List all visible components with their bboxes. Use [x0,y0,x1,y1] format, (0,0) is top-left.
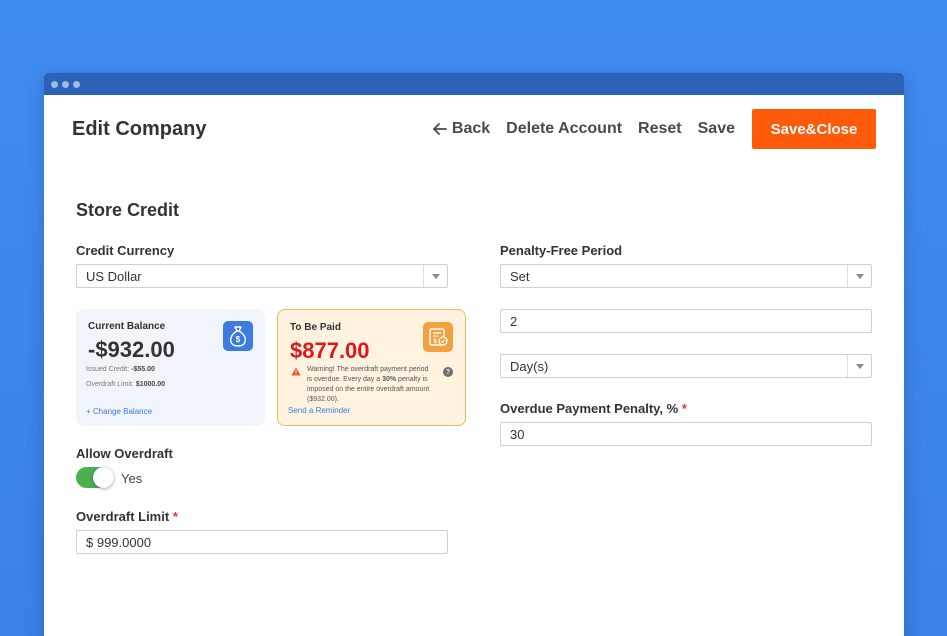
header-actions: Back Delete Account Reset Save Save&Clos… [433,109,876,149]
back-label: Back [451,120,491,137]
overdraft-limit-small-value: $1000.00 [135,381,166,388]
money-bag-icon: $ [223,321,253,351]
credit-currency-select[interactable]: US Dollar [76,264,448,288]
svg-text:$: $ [433,339,437,345]
arrow-left-icon [433,123,447,135]
current-balance-card: Current Balance -$932.00 $ Issued Credit… [76,309,265,426]
credit-currency-value: US Dollar [86,268,142,284]
chevron-down-icon [423,265,447,287]
allow-overdraft-value: Yes [121,471,143,486]
title-bar [44,73,904,95]
allow-overdraft-label: Allow Overdraft [76,446,173,461]
save-button[interactable]: Save [698,120,735,138]
svg-text:$: $ [236,335,241,344]
page-header: Edit Company Back Delete Account Reset S… [72,109,876,149]
invoice-check-icon: $ [423,322,453,352]
back-button[interactable]: Back [433,120,490,138]
penalty-free-period-value: Set [510,268,530,284]
penalty-free-period-label: Penalty-Free Period [500,243,623,258]
overdraft-limit-label: Overdraft Limit * [76,509,178,524]
overdue-penalty-input[interactable] [500,422,872,446]
app-window: Edit Company Back Delete Account Reset S… [44,73,904,636]
overdraft-limit-input[interactable] [76,530,448,554]
chevron-down-icon [847,265,871,287]
penalty-free-period-select[interactable]: Set [500,264,872,288]
required-marker: * [681,401,687,416]
toggle-knob [93,467,114,488]
warning-penalty-value: 30% [382,376,397,383]
issued-credit-label: Issued Credit: [86,366,130,373]
window-dot-icon [73,80,80,88]
overdraft-limit-small-label: Overdraft Limit: [86,381,134,388]
warning-triangle-icon [291,367,301,376]
overdraft-limit-row: Overdraft Limit: $1000.00 [86,381,165,388]
overdue-warning: Warning! The overdraft payment period is… [307,365,435,405]
section-title: Store Credit [76,200,180,220]
period-unit-select[interactable]: Day(s) [500,354,872,378]
to-be-paid-label: To Be Paid [290,322,341,333]
to-be-paid-card: To Be Paid $877.00 $ Warning! The overdr… [277,309,466,426]
window-dot-icon [62,80,69,88]
save-close-button[interactable]: Save&Close [752,109,876,149]
overdue-penalty-label: Overdue Payment Penalty, % * [500,401,687,416]
change-balance-link[interactable]: + Change Balance [86,407,152,416]
balance-card-label: Current Balance [88,321,166,332]
delete-account-button[interactable]: Delete Account [506,120,622,138]
page-title: Edit Company [72,117,207,140]
issued-credit-row: Issued Credit: -$55.00 [86,366,155,373]
period-amount-input[interactable] [500,309,872,333]
overdue-penalty-label-text: Overdue Payment Penalty, % [500,401,679,416]
to-be-paid-amount: $877.00 [290,338,370,363]
period-unit-value: Day(s) [510,358,549,374]
overdraft-limit-label-text: Overdraft Limit [76,509,170,524]
required-marker: * [172,509,178,524]
window-dot-icon [51,80,58,88]
reset-button[interactable]: Reset [638,120,682,138]
allow-overdraft-toggle[interactable] [76,467,114,488]
issued-credit-value: -$55.00 [131,366,155,373]
chevron-down-icon [847,355,871,377]
credit-currency-label: Credit Currency [76,243,175,258]
balance-amount: -$932.00 [88,337,175,362]
help-circle-icon[interactable]: ? [443,367,453,377]
send-reminder-link[interactable]: Send a Reminder [288,406,350,415]
